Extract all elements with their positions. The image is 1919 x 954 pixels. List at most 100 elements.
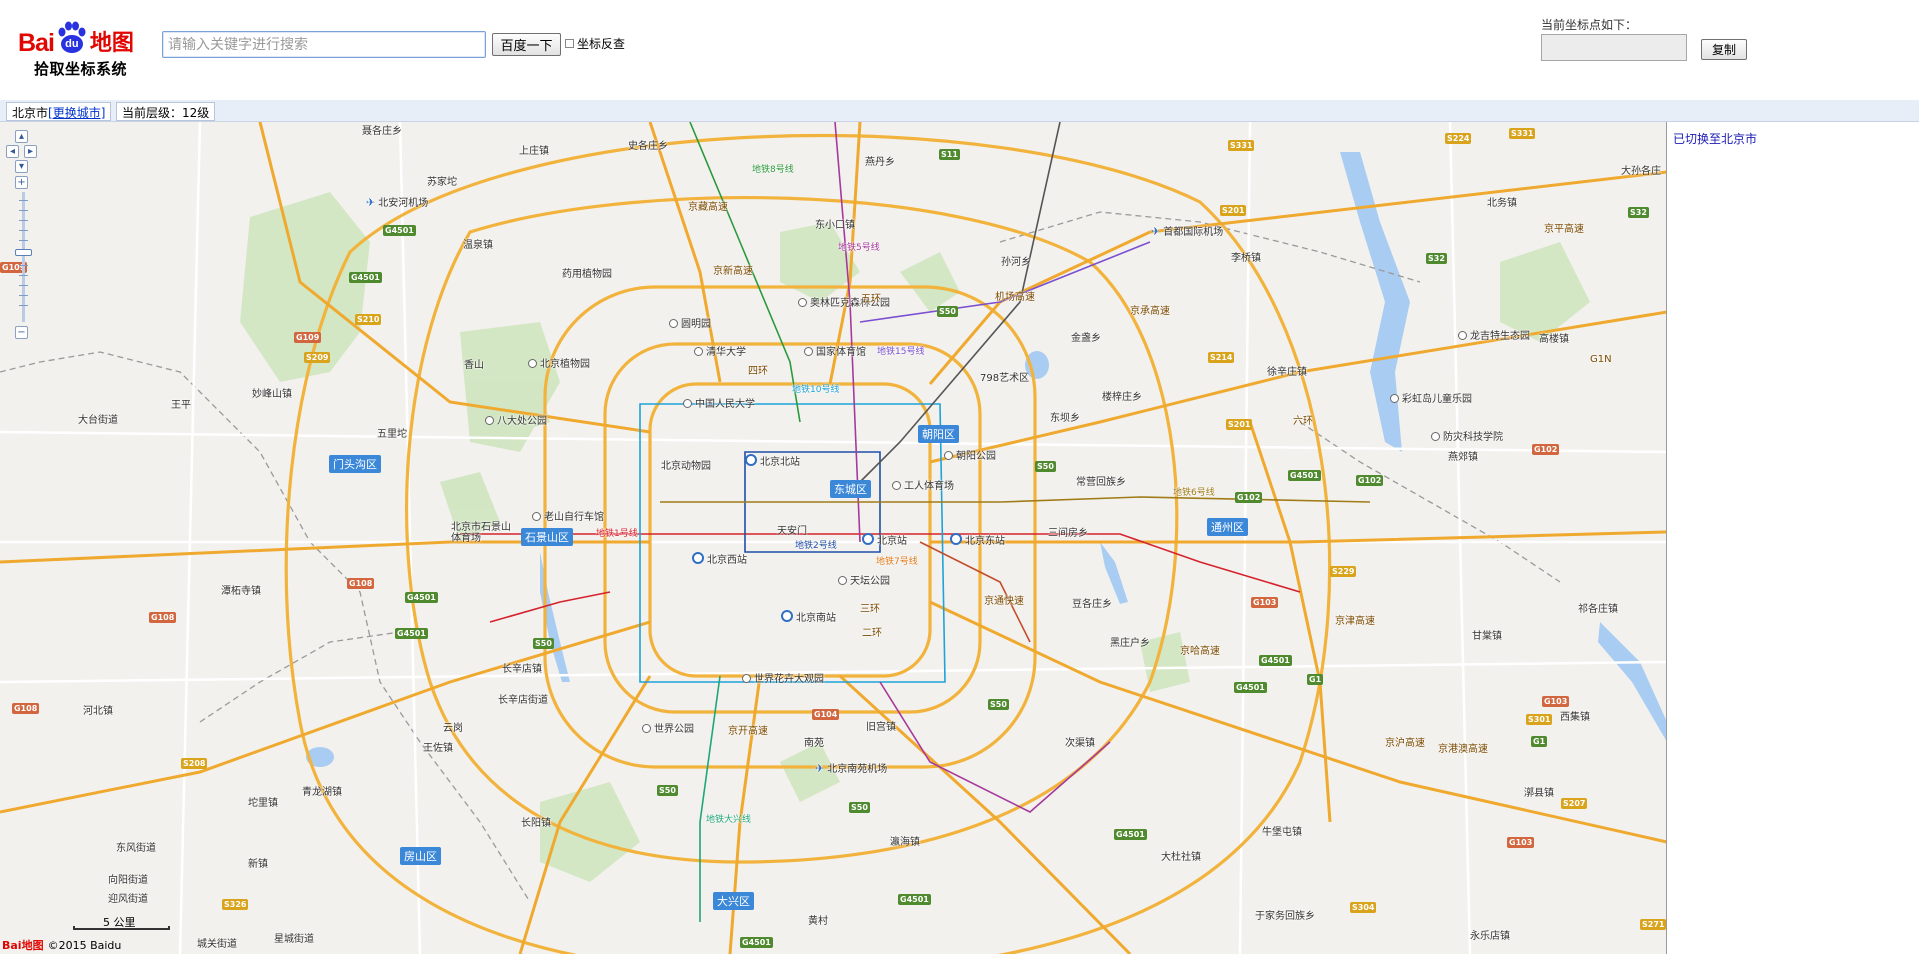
place-label[interactable]: 王佐镇 — [423, 739, 453, 754]
reverse-lookup-toggle[interactable]: 坐标反查 — [565, 35, 625, 52]
place-label[interactable]: 祁各庄镇 — [1578, 600, 1618, 615]
place-label[interactable]: 北京站 — [862, 532, 907, 547]
place-label[interactable]: 北京西站 — [692, 551, 747, 566]
place-label[interactable]: 河北镇 — [83, 702, 113, 717]
zoom-slider-track[interactable] — [22, 192, 25, 322]
place-label[interactable]: 龙吉特生态园 — [1458, 327, 1530, 342]
place-label[interactable]: 潭柘寺镇 — [221, 582, 261, 597]
place-label[interactable]: 北务镇 — [1487, 194, 1517, 209]
search-button[interactable]: 百度一下 — [492, 33, 561, 56]
place-label[interactable]: 金盏乡 — [1071, 329, 1101, 344]
place-label[interactable]: 北京东站 — [950, 532, 1005, 547]
place-label[interactable]: 圆明园 — [669, 315, 711, 330]
place-label[interactable]: 旧宫镇 — [866, 718, 896, 733]
reverse-lookup-checkbox[interactable] — [565, 39, 574, 48]
place-label[interactable]: 工人体育场 — [892, 477, 954, 492]
place-label[interactable]: 世界公园 — [642, 720, 694, 735]
place-label[interactable]: 天坛公园 — [838, 572, 890, 587]
place-label[interactable]: 国家体育馆 — [804, 343, 866, 358]
place-label[interactable]: 清华大学 — [694, 343, 746, 358]
place-label[interactable]: 于家务回族乡 — [1255, 907, 1315, 922]
place-label[interactable]: 豆各庄乡 — [1072, 595, 1112, 610]
pan-up-button[interactable]: ▴ — [15, 130, 28, 143]
place-label[interactable]: 漷县镇 — [1524, 784, 1554, 799]
pan-left-button[interactable]: ◂ — [6, 145, 19, 158]
place-label[interactable]: 城关街道 — [197, 935, 237, 950]
place-label[interactable]: 长辛店镇 — [502, 660, 542, 675]
place-label[interactable]: 东小口镇 — [815, 216, 855, 231]
map-canvas[interactable]: 门头沟区 石景山区 东城区 朝阳区 通州区 房山区 大兴区 聂各庄乡 上庄镇 史… — [0, 122, 1667, 954]
change-city-link[interactable]: [更换城市] — [48, 106, 105, 120]
district-label[interactable]: 东城区 — [830, 480, 871, 498]
place-label[interactable]: 香山 — [464, 356, 484, 371]
place-label[interactable]: 永乐店镇 — [1470, 927, 1510, 942]
place-label[interactable]: 聂各庄乡 — [362, 122, 402, 137]
place-label[interactable]: 温泉镇 — [463, 236, 493, 251]
place-label[interactable]: 五里坨 — [377, 425, 407, 440]
place-label[interactable]: 苏家坨 — [427, 173, 457, 188]
place-label[interactable]: 王平 — [171, 396, 191, 411]
place-label[interactable]: 新镇 — [248, 855, 268, 870]
district-label[interactable]: 大兴区 — [713, 892, 754, 910]
place-label[interactable]: 上庄镇 — [519, 142, 549, 157]
place-label[interactable]: 西集镇 — [1560, 708, 1590, 723]
place-label[interactable]: 徐辛庄镇 — [1267, 363, 1307, 378]
place-label[interactable]: 燕丹乡 — [865, 153, 895, 168]
place-label[interactable]: 北京动物园 — [661, 457, 711, 472]
place-label[interactable]: 八大处公园 — [485, 412, 547, 427]
place-label[interactable]: 向阳街道 — [108, 871, 148, 886]
coordinate-field[interactable] — [1541, 34, 1687, 61]
place-label[interactable]: 云岗 — [443, 719, 463, 734]
place-label[interactable]: 黄村 — [808, 912, 828, 927]
district-label[interactable]: 房山区 — [400, 847, 441, 865]
place-label[interactable]: 李桥镇 — [1231, 249, 1261, 264]
copy-button[interactable]: 复制 — [1701, 39, 1747, 60]
place-label[interactable]: 坨里镇 — [248, 794, 278, 809]
district-label[interactable]: 通州区 — [1207, 518, 1248, 536]
place-label[interactable]: 南苑 — [804, 734, 824, 749]
district-label[interactable]: 朝阳区 — [918, 425, 959, 443]
place-label[interactable]: 大孙各庄 — [1621, 162, 1661, 177]
place-label[interactable]: 大台街道 — [78, 411, 118, 426]
place-label[interactable]: 三间房乡 — [1048, 524, 1088, 539]
district-label[interactable]: 石景山区 — [521, 528, 573, 546]
place-label[interactable]: 大杜社镇 — [1161, 848, 1201, 863]
pan-down-button[interactable]: ▾ — [15, 160, 28, 173]
place-label[interactable]: 药用植物园 — [562, 265, 612, 280]
place-label[interactable]: 东坝乡 — [1050, 409, 1080, 424]
place-label[interactable]: 天安门 — [777, 522, 807, 537]
baidu-map-logo[interactable]: Bai du 地图 拾取坐标系统 — [18, 14, 148, 80]
place-label[interactable]: 黑庄户乡 — [1110, 634, 1150, 649]
place-label[interactable]: 防灾科技学院 — [1431, 428, 1503, 443]
place-label[interactable]: 798艺术区 — [980, 369, 1029, 384]
place-label[interactable]: 东风街道 — [116, 839, 156, 854]
zoom-in-button[interactable]: + — [15, 176, 28, 189]
place-label[interactable]: 北京南苑机场 — [815, 760, 887, 775]
place-label[interactable]: 长阳镇 — [521, 814, 551, 829]
place-label[interactable]: 楼梓庄乡 — [1102, 388, 1142, 403]
place-label[interactable]: 星城街道 — [274, 930, 314, 945]
district-label[interactable]: 门头沟区 — [329, 455, 381, 473]
place-label[interactable]: 北京植物园 — [528, 355, 590, 370]
search-input[interactable] — [162, 31, 486, 58]
place-label[interactable]: 高楼镇 — [1539, 330, 1569, 345]
place-label[interactable]: 常营回族乡 — [1076, 473, 1126, 488]
pan-right-button[interactable]: ▸ — [24, 145, 37, 158]
place-label[interactable]: 彩虹岛儿童乐园 — [1390, 390, 1472, 405]
place-label[interactable]: 妙峰山镇 — [252, 385, 292, 400]
place-label[interactable]: 次渠镇 — [1065, 734, 1095, 749]
place-label[interactable]: 老山自行车馆 — [532, 508, 604, 523]
place-label[interactable]: 牛堡屯镇 — [1262, 823, 1302, 838]
place-label[interactable]: 史各庄乡 — [628, 137, 668, 152]
place-label[interactable]: 北京南站 — [781, 609, 836, 624]
place-label[interactable]: 燕郊镇 — [1448, 448, 1478, 463]
place-label[interactable]: 首都国际机场 — [1151, 223, 1223, 238]
zoom-out-button[interactable]: − — [15, 326, 28, 339]
place-label[interactable]: 世界花卉大观园 — [742, 670, 824, 685]
place-label[interactable]: 迎风街道 — [108, 890, 148, 905]
place-label[interactable]: 甘棠镇 — [1472, 627, 1502, 642]
place-label[interactable]: 北京北站 — [745, 453, 800, 468]
place-label[interactable]: 瀛海镇 — [890, 833, 920, 848]
zoom-slider-handle[interactable] — [15, 249, 32, 256]
place-label[interactable]: 孙河乡 — [1001, 253, 1031, 268]
